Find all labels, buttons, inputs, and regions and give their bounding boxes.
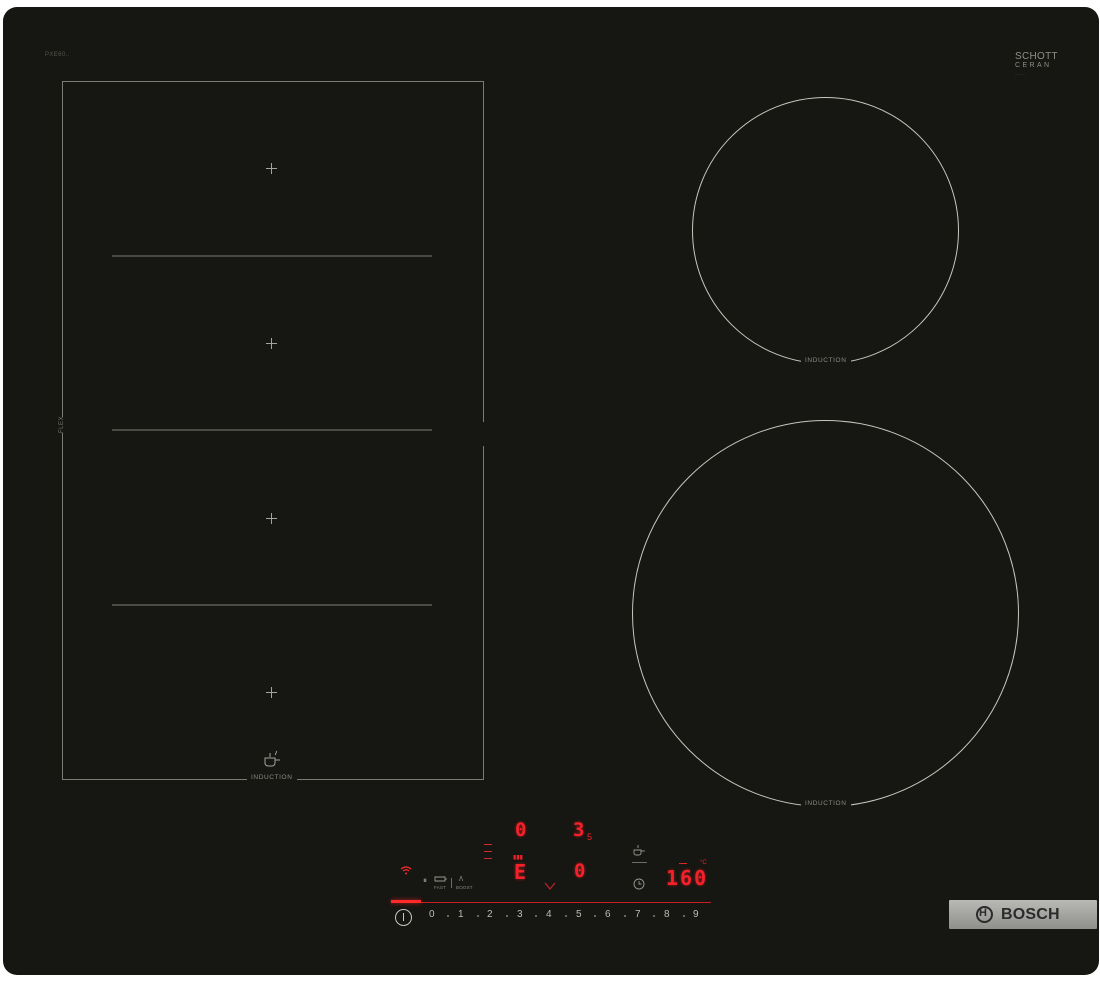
- fast-icon[interactable]: [434, 875, 448, 884]
- timer-display[interactable]: 160: [666, 868, 708, 888]
- model-code: PXE60..: [45, 52, 70, 58]
- zone-display-bottom-left[interactable]: E: [514, 862, 526, 882]
- schott-line2: CERAN: [1015, 62, 1052, 69]
- slider-level-3[interactable]: 3: [517, 910, 523, 920]
- flex-zone-gap: [482, 422, 486, 446]
- pause-icon[interactable]: ⏸: [423, 877, 427, 885]
- slider-dot: [624, 915, 626, 917]
- flex-cross-marker-1: [266, 163, 277, 174]
- flex-cross-marker-2: [266, 338, 277, 349]
- schott-line3: ········: [1015, 72, 1026, 77]
- zone-display-bottom-left-bars: ▮▮▮: [513, 855, 523, 861]
- bottom-right-induction-ring[interactable]: [632, 420, 1019, 807]
- bottom-ring-label: INDUCTION: [801, 800, 851, 807]
- brand-name: BOSCH: [1001, 906, 1060, 923]
- slider-dot: [683, 915, 685, 917]
- flex-divider-3: [112, 604, 432, 606]
- slider-level-9[interactable]: 9: [693, 910, 699, 920]
- zone-display-top-right-sub: 5: [587, 832, 593, 842]
- pot-sensor-icon: [264, 750, 280, 767]
- slider-dot: [535, 915, 537, 917]
- indicator-dash-1: [484, 844, 492, 845]
- slider-level-0[interactable]: 0: [429, 910, 435, 920]
- panel-separator: [451, 878, 452, 888]
- slider-dot: [477, 915, 479, 917]
- zone-display-top-right[interactable]: 3: [573, 821, 584, 840]
- indicator-dash-3: [484, 858, 492, 859]
- slider-dot: [653, 915, 655, 917]
- top-right-induction-ring[interactable]: [692, 97, 959, 364]
- timer-icon[interactable]: [633, 878, 645, 890]
- wifi-icon[interactable]: [400, 865, 412, 875]
- slider-level-1[interactable]: 1: [458, 910, 464, 920]
- power-slider-track[interactable]: [391, 902, 711, 903]
- slider-dot: [506, 915, 508, 917]
- boost-label: BOOST: [456, 885, 473, 890]
- sensor-separator: [632, 862, 647, 863]
- slider-level-5[interactable]: 5: [576, 910, 582, 920]
- lock-icon[interactable]: [543, 881, 557, 891]
- slider-dot: [447, 915, 449, 917]
- slider-level-6[interactable]: 6: [605, 910, 611, 920]
- power-button[interactable]: [395, 909, 412, 926]
- cooktop-glass: PXE60.. SCHOTT CERAN ········ FLEX INDUC…: [3, 7, 1099, 975]
- flex-label: FLEX: [59, 415, 65, 433]
- boost-icon[interactable]: ᐱ: [459, 877, 463, 883]
- timer-indicator-dash: [679, 863, 687, 864]
- zone-display-bottom-right[interactable]: 0: [574, 862, 585, 881]
- pot-frying-sensor-icon[interactable]: [631, 843, 647, 857]
- indicator-dash-2: [484, 851, 492, 852]
- bosch-badge: BOSCH: [949, 900, 1097, 929]
- slider-dot: [594, 915, 596, 917]
- slider-level-8[interactable]: 8: [664, 910, 670, 920]
- top-ring-label: INDUCTION: [801, 357, 851, 364]
- flex-zone-label: INDUCTION: [247, 774, 297, 781]
- flex-cross-marker-3: [266, 513, 277, 524]
- zone-display-top-left[interactable]: 0: [515, 821, 526, 840]
- schott-ceran-logo: SCHOTT CERAN ········: [1015, 51, 1058, 78]
- schott-line1: SCHOTT: [1015, 51, 1058, 62]
- flex-divider-1: [112, 255, 432, 257]
- slider-level-7[interactable]: 7: [635, 910, 641, 920]
- slider-level-4[interactable]: 4: [546, 910, 552, 920]
- bosch-logo-icon: [976, 906, 993, 923]
- power-slider-fill: [391, 900, 421, 903]
- flex-cross-marker-4: [266, 687, 277, 698]
- slider-dot: [565, 915, 567, 917]
- slider-level-2[interactable]: 2: [487, 910, 493, 920]
- fast-label: FAST: [434, 885, 447, 890]
- flex-divider-2: [112, 429, 432, 431]
